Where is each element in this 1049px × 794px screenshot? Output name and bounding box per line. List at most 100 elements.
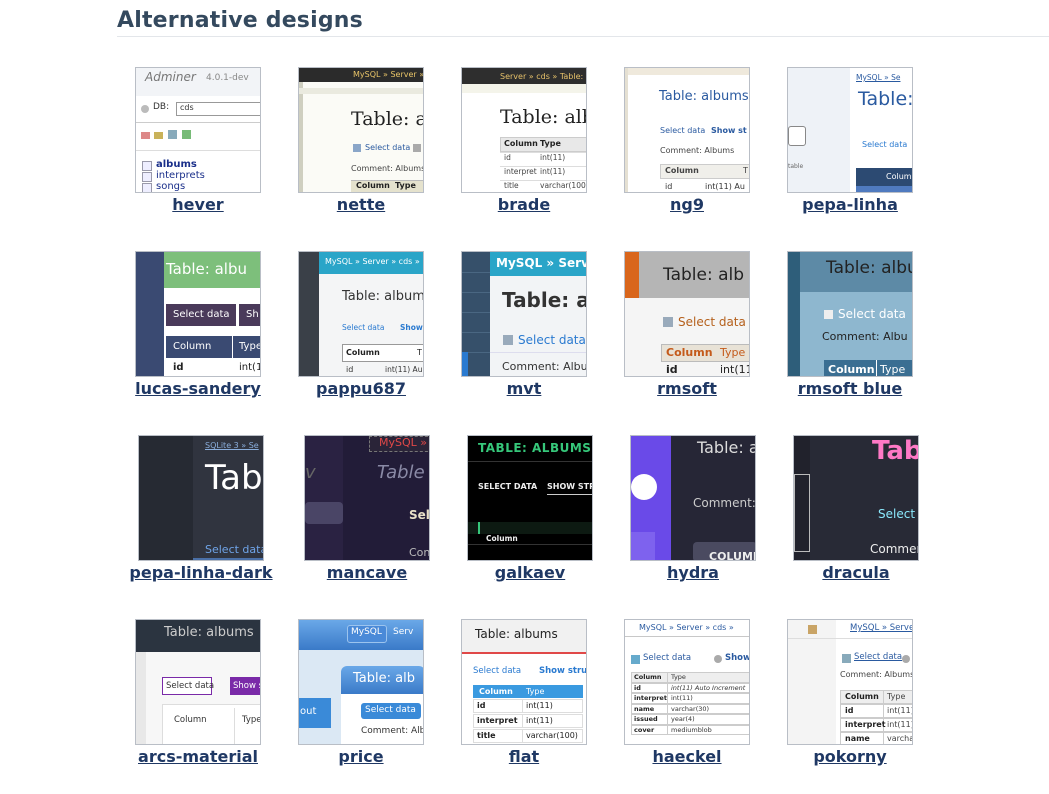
thumb-text: Comment: Albums [351,164,424,173]
thumb-text: Table: albums [164,625,254,640]
thumb-text: Comment: Alb [361,726,424,736]
thumb-shape [631,532,655,560]
design-thumbnail[interactable]: MySQL » Server » cds » Table: album Select… [298,251,424,377]
design-name-link[interactable]: lucas-sandery [113,379,283,398]
design-name-link[interactable]: ng9 [602,195,772,214]
thumb-shape [912,136,913,152]
design-name-link[interactable]: arcs-material [113,747,283,766]
design-thumbnail[interactable]: MySQL » Server Select data Comment: Albums… [787,619,913,745]
design-name-link[interactable]: flat [439,747,609,766]
thumb-shape [141,132,150,139]
thumb-text: Table: al [351,108,423,130]
thumb-shape [142,183,152,192]
design-thumbnail[interactable]: Table: a Comment: COLUMN [630,435,756,561]
thumb-shape [876,360,877,376]
design-name-link[interactable]: price [276,747,446,766]
thumb-text: 4.0.1-dev [206,73,249,83]
thumb-text: interpret [504,167,537,176]
thumb-shape [468,461,592,462]
design-name-link[interactable]: pepa-linha-dark [116,563,286,582]
design-name-link[interactable]: haeckel [602,747,772,766]
thumb-text: Column [828,363,875,376]
design-name-link[interactable]: hever [113,195,283,214]
design-thumbnail[interactable]: Table: albums Select data Show s Column Type [135,619,261,745]
design-name-link[interactable]: rmsoft [602,379,772,398]
thumb-text: TABLE: ALBUMS [478,441,592,455]
design-thumbnail[interactable]: SQLite 3 » Se Tab Select data [138,435,264,561]
thumb-text: int(11) [540,153,566,162]
thumb-text: year(4) [671,715,695,723]
thumb-shape [299,252,319,376]
thumb-text: Select data [365,705,416,715]
thumb-text: Select data [518,333,586,347]
design-thumbnail[interactable]: TABLE: ALBUMS SELECT DATA SHOW STRU Column [467,435,593,561]
thumb-text: Sel [409,508,430,522]
design-name-link[interactable]: dracula [771,563,941,582]
thumb-text: Select data [838,307,906,321]
design-thumbnail[interactable]: Server » cds » Table: all Table: alb Colum… [461,67,587,193]
thumb-text: out [300,706,317,717]
thumb-text: Table [377,462,425,483]
design-thumbnail[interactable]: MySQL » Server » cds » Select data Show Col… [624,619,750,745]
thumb-shape [468,522,592,534]
thumb-text: int(11) Auto Increment [671,683,746,692]
thumb-text: int(11 [720,363,750,376]
thumb-shape [462,312,490,313]
thumb-text: Table: albums [659,89,749,104]
design-name-link[interactable]: pappu687 [276,379,446,398]
thumb-text: albums [156,159,197,170]
thumb-shape [824,310,833,319]
design-name-link[interactable]: pokorny [765,747,935,766]
design-name-link[interactable]: pepa-linha [765,195,935,214]
thumb-text: Column [173,341,212,352]
design-name-link[interactable]: galkaev [445,563,615,582]
thumb-shape [808,625,817,634]
thumb-shape [667,714,668,725]
thumb-text: MySQL » Server » [353,70,424,79]
thumb-text: Column [666,346,713,359]
design-thumbnail[interactable]: Table: albu Select data Sh Column Type id int(… [135,251,261,377]
design-thumbnail[interactable]: MySQL » v Table Sel Con [304,435,430,561]
thumb-text: varchar(100) [526,731,578,740]
design-name-link[interactable]: hydra [608,563,778,582]
thumb-shape [883,704,884,718]
thumb-text: Select data [342,323,385,332]
design-thumbnail[interactable]: Tab Select d Comment [793,435,919,561]
thumb-shape [234,708,235,744]
thumb-text: songs [156,181,186,192]
design-name-link[interactable]: mancave [282,563,452,582]
design-thumbnail[interactable]: Table: albu Select data Comment: Albu Colum… [787,251,913,377]
thumb-text: int(11) [671,694,693,702]
thumb-text: Column [174,715,207,725]
design-thumbnail[interactable]: MySQL » Se table Table: Select data Colum [787,67,913,193]
thumb-text: Comment: Albums [840,670,913,679]
design-name-link[interactable]: nette [276,195,446,214]
design-thumbnail[interactable]: Table: albums Select data Show st Comment: … [624,67,750,193]
thumb-text: int(11) [887,720,913,729]
design-thumbnail[interactable]: MySQL » Serv Table: a Select data Comment: … [461,251,587,377]
thumb-shape [462,272,490,273]
thumb-shape [883,732,884,744]
thumb-text: SQLite 3 » Se [205,441,259,450]
thumb-shape [462,332,490,333]
thumb-text: issued [634,715,658,723]
design-name-link[interactable]: rmsoft blue [765,379,935,398]
thumb-text: T [417,348,422,357]
design-thumbnail[interactable]: Table: alb Select data Column Type id int(11 [624,251,750,377]
design-thumbnail[interactable]: Table: albums Select data Show stru Column T… [461,619,587,745]
design-name-link[interactable]: brade [439,195,609,214]
thumb-text: id [665,182,673,191]
thumb-text: Show [400,323,423,332]
thumb-shape [142,161,152,171]
thumb-shape [794,474,810,552]
thumb-text: int(11) Au [705,182,745,191]
thumb-text: Comment [870,542,918,556]
thumb-text: Type [671,673,686,681]
design-thumbnail[interactable]: MySQL Serv out Table: alb Select data Comment… [298,619,424,745]
design-thumbnail[interactable]: Adminer 4.0.1-dev DB: cds albums interprets so… [135,67,261,193]
design-thumbnail[interactable]: MySQL » Server » Table: al Select data Comm… [298,67,424,193]
thumb-shape [667,672,668,683]
thumb-shape [631,655,640,664]
design-name-link[interactable]: mvt [439,379,609,398]
thumb-text: Type [526,687,545,696]
